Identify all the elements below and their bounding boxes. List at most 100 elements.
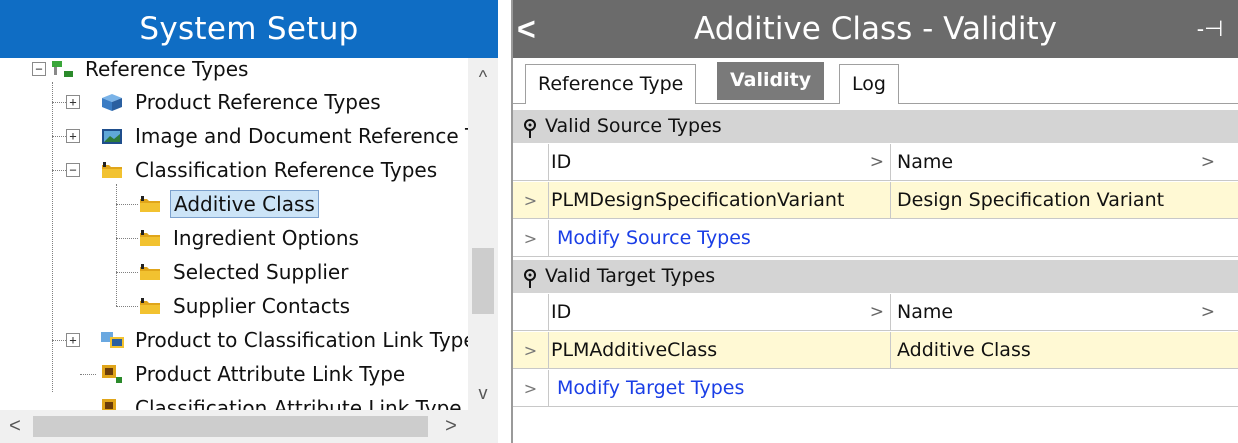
- scroll-up-icon[interactable]: ^: [468, 62, 498, 92]
- link-types-icon: [100, 330, 126, 350]
- expand-toggle[interactable]: +: [66, 129, 80, 143]
- column-header-label: Name: [897, 301, 954, 323]
- tab-bar: Reference Type Validity Log: [513, 58, 1238, 104]
- tree-connector: [116, 272, 138, 273]
- column-header-label: ID: [551, 151, 572, 173]
- expand-toggle[interactable]: +: [66, 333, 80, 347]
- tree-item-product-classification-link-types[interactable]: Product to Classification Link Types: [100, 323, 468, 357]
- tree-item-classification-attribute-link-type[interactable]: Classification Attribute Link Type: [100, 391, 465, 410]
- product-reference-icon: [100, 92, 126, 112]
- expand-toggle[interactable]: +: [66, 95, 80, 109]
- tree-item-additive-class[interactable]: Additive Class: [138, 187, 319, 221]
- tree-item-label: Selected Supplier: [173, 260, 349, 284]
- details-panel: Additive Class - Validity < -⊣ Reference…: [513, 0, 1238, 443]
- tree-item-label: Product Attribute Link Type: [135, 362, 406, 386]
- section-header-valid-source-types[interactable]: Valid Source Types: [513, 110, 1238, 143]
- tree-item-supplier-contacts[interactable]: Supplier Contacts: [138, 289, 353, 323]
- tree-connector: [80, 374, 96, 375]
- reference-types-icon: [50, 59, 76, 79]
- row-expand-icon[interactable]: >: [513, 220, 549, 256]
- cell-id: PLMDesignSpecificationVariant: [551, 182, 891, 218]
- column-header-label: Name: [897, 151, 954, 173]
- tree-item-label: Additive Class: [170, 190, 319, 218]
- tab-validity[interactable]: Validity: [717, 62, 825, 100]
- vertical-scroll-thumb[interactable]: [472, 248, 494, 314]
- table-row[interactable]: > PLMAdditiveClass Additive Class: [513, 332, 1238, 369]
- scroll-left-icon[interactable]: <: [0, 410, 30, 443]
- tree-item-image-document-reference-types[interactable]: Image and Document Reference T: [100, 119, 468, 153]
- tree-connector: [52, 82, 53, 392]
- attribute-link-icon: [100, 398, 126, 410]
- column-header-row: ID > Name >: [513, 144, 1238, 181]
- column-header-row: ID > Name >: [513, 294, 1238, 331]
- column-header-label: ID: [551, 301, 572, 323]
- table-row[interactable]: > PLMDesignSpecificationVariant Design S…: [513, 182, 1238, 219]
- tree-item-label: Image and Document Reference T: [135, 124, 468, 148]
- tree-item-label: Product Reference Types: [135, 90, 381, 114]
- tree-view: − Reference Types + Product Reference Ty…: [0, 58, 468, 410]
- column-header-name[interactable]: Name >: [897, 294, 1217, 330]
- vertical-scrollbar[interactable]: ^ v: [468, 58, 498, 410]
- tree-item-selected-supplier[interactable]: Selected Supplier: [138, 255, 351, 289]
- splitter[interactable]: [499, 0, 513, 443]
- cell-id: PLMAdditiveClass: [551, 332, 891, 368]
- panel-title: Additive Class - Validity: [513, 0, 1238, 58]
- modify-target-types-link[interactable]: Modify Target Types: [557, 370, 897, 406]
- pin-icon[interactable]: [523, 267, 537, 288]
- column-header-name[interactable]: Name >: [897, 144, 1217, 180]
- folder-icon: [138, 262, 164, 282]
- tree-item-product-reference-types[interactable]: Product Reference Types: [100, 85, 384, 119]
- row-expand-icon[interactable]: >: [513, 182, 549, 218]
- horizontal-scrollbar[interactable]: < >: [0, 410, 468, 443]
- back-icon[interactable]: <: [517, 0, 557, 58]
- section-title: Valid Target Types: [545, 265, 716, 287]
- column-menu-icon[interactable]: >: [870, 144, 884, 180]
- folder-icon: [100, 160, 126, 180]
- column-header-id[interactable]: ID >: [551, 294, 891, 330]
- collapse-toggle[interactable]: −: [66, 163, 80, 177]
- pin-icon[interactable]: [523, 117, 537, 138]
- action-row: > Modify Target Types: [513, 370, 1238, 407]
- column-menu-icon[interactable]: >: [1201, 144, 1215, 180]
- collapse-toggle[interactable]: −: [32, 62, 46, 76]
- tree-item-ingredient-options[interactable]: Ingredient Options: [138, 221, 362, 255]
- image-reference-icon: [100, 126, 126, 146]
- tree-item-label: Supplier Contacts: [173, 294, 350, 318]
- action-row: > Modify Source Types: [513, 220, 1238, 257]
- system-setup-panel: System Setup − Reference Types + Product…: [0, 0, 498, 443]
- row-expand-icon[interactable]: >: [513, 332, 549, 368]
- folder-icon: [138, 194, 164, 214]
- row-gutter: [513, 144, 549, 180]
- tree-item-reference-types[interactable]: Reference Types: [50, 58, 251, 86]
- column-header-id[interactable]: ID >: [551, 144, 891, 180]
- tree-connector: [116, 184, 117, 306]
- tree-item-label: Product to Classification Link Types: [135, 328, 468, 352]
- row-expand-icon[interactable]: >: [513, 370, 549, 406]
- tree-item-label: Classification Reference Types: [135, 158, 438, 182]
- panel-title: System Setup: [0, 0, 498, 58]
- attribute-link-icon: [100, 364, 126, 384]
- scroll-down-icon[interactable]: v: [468, 378, 498, 408]
- row-gutter: [513, 294, 549, 330]
- pin-icon[interactable]: -⊣: [1190, 0, 1230, 58]
- scroll-right-icon[interactable]: >: [436, 410, 466, 443]
- cell-name: Design Specification Variant: [897, 189, 1165, 211]
- tree-connector: [116, 204, 138, 205]
- modify-source-types-link[interactable]: Modify Source Types: [557, 220, 897, 256]
- tree-item-label: Classification Attribute Link Type: [135, 396, 462, 410]
- column-menu-icon[interactable]: >: [1201, 294, 1215, 330]
- section-header-valid-target-types[interactable]: Valid Target Types: [513, 260, 1238, 293]
- tree-connector: [116, 238, 138, 239]
- tree-item-label: Reference Types: [85, 58, 249, 81]
- scrollbar-corner: [468, 410, 498, 443]
- tab-log[interactable]: Log: [839, 64, 899, 104]
- folder-icon: [138, 228, 164, 248]
- horizontal-scroll-thumb[interactable]: [33, 416, 428, 437]
- folder-icon: [138, 296, 164, 316]
- tree-item-classification-reference-types[interactable]: Classification Reference Types: [100, 153, 440, 187]
- section-title: Valid Source Types: [545, 115, 722, 137]
- cell-name: Additive Class: [897, 339, 1031, 361]
- tree-item-product-attribute-link-type[interactable]: Product Attribute Link Type: [100, 357, 408, 391]
- column-menu-icon[interactable]: >: [870, 294, 884, 330]
- tab-reference-type[interactable]: Reference Type: [525, 64, 697, 104]
